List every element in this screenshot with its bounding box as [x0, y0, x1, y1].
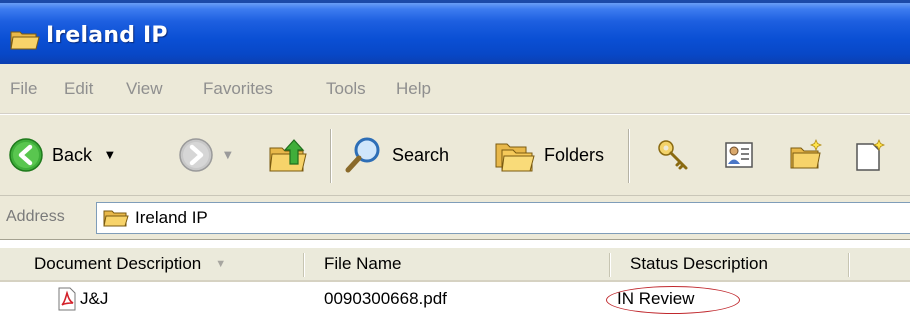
back-icon — [9, 138, 43, 172]
search-icon — [345, 137, 380, 173]
address-input[interactable]: Ireland IP — [96, 202, 910, 234]
table-row[interactable]: J&J 0090300668.pdf IN Review — [0, 285, 910, 315]
address-value: Ireland IP — [135, 208, 208, 227]
folder-open-icon — [10, 31, 40, 50]
key-button[interactable] — [656, 130, 690, 180]
forward-icon — [179, 138, 213, 172]
menu-file[interactable]: File — [10, 79, 37, 99]
column-header-document-description[interactable]: Document Description ▼ — [34, 248, 226, 280]
sort-descending-icon: ▼ — [215, 258, 227, 270]
file-name-cell: 0090300668.pdf — [324, 289, 447, 308]
menu-edit[interactable]: Edit — [64, 79, 93, 99]
new-document-icon — [856, 138, 886, 171]
column-divider[interactable] — [848, 253, 850, 277]
menu-bar: File Edit View Favorites Tools Help — [0, 64, 910, 114]
column-divider[interactable] — [609, 253, 611, 277]
forward-button[interactable]: ▼ — [178, 130, 232, 180]
new-folder-icon — [790, 138, 823, 169]
address-label: Address — [6, 208, 65, 225]
toolbar-separator — [628, 129, 630, 183]
menu-help[interactable]: Help — [396, 79, 431, 99]
menu-favorites[interactable]: Favorites — [203, 79, 273, 99]
back-button[interactable]: Back ▼ — [8, 130, 114, 180]
new-document-button[interactable] — [852, 130, 886, 180]
status-description-cell: IN Review — [617, 289, 695, 308]
up-folder-icon — [269, 139, 307, 172]
forward-dropdown-icon[interactable]: ▼ — [224, 150, 232, 161]
toolbar: Back ▼ ▼ Search Folders — [0, 114, 910, 196]
new-folder-button[interactable] — [788, 130, 824, 180]
properties-button[interactable] — [722, 130, 756, 180]
window-title: Ireland IP — [46, 23, 168, 48]
up-folder-button[interactable] — [268, 130, 308, 180]
folders-label: Folders — [544, 144, 605, 165]
pdf-file-icon — [58, 287, 76, 311]
properties-icon — [725, 142, 753, 168]
toolbar-separator — [330, 129, 332, 183]
search-button[interactable]: Search — [344, 130, 449, 180]
title-bar: Ireland IP — [0, 0, 910, 64]
folders-icon — [495, 143, 535, 172]
back-label: Back — [52, 144, 93, 165]
column-header-label: File Name — [324, 254, 402, 273]
search-label: Search — [392, 144, 450, 165]
folder-open-icon — [103, 210, 129, 227]
column-header-status-description[interactable]: Status Description — [630, 248, 768, 280]
folders-button[interactable]: Folders — [494, 130, 604, 180]
column-divider[interactable] — [303, 253, 305, 277]
menu-tools[interactable]: Tools — [326, 79, 366, 99]
address-bar: Address Ireland IP — [0, 196, 910, 240]
column-headers: Document Description ▼ File Name Status … — [0, 248, 910, 282]
column-header-file-name[interactable]: File Name — [324, 248, 401, 280]
column-header-label: Document Description — [34, 254, 202, 273]
column-header-label: Status Description — [630, 254, 768, 273]
back-dropdown-icon[interactable]: ▼ — [106, 150, 114, 161]
document-description-cell: J&J — [80, 289, 109, 308]
menu-view[interactable]: View — [126, 79, 163, 99]
key-icon — [658, 140, 688, 170]
